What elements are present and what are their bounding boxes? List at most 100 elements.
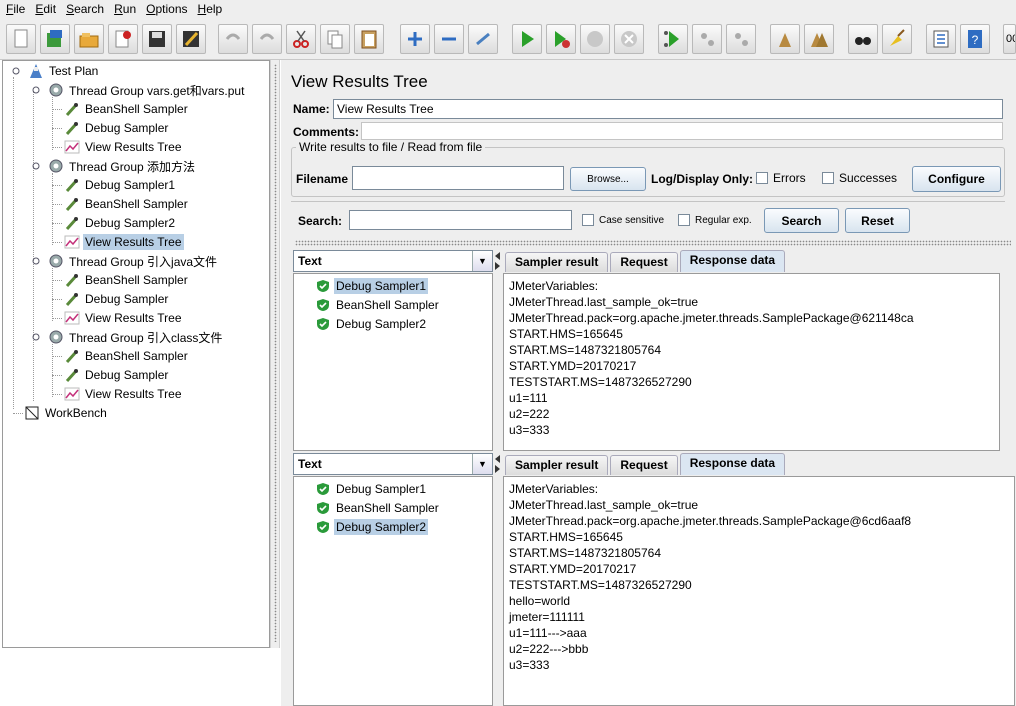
arrow-left-icon[interactable]	[495, 455, 500, 463]
chevron-down-icon[interactable]: ▼	[472, 454, 492, 474]
reset-search-icon[interactable]	[882, 24, 912, 54]
arrow-left-icon[interactable]	[495, 252, 500, 260]
chevron-down-icon[interactable]: ▼	[472, 251, 492, 271]
collapse-icon[interactable]	[434, 24, 464, 54]
viewer-splitter[interactable]	[493, 250, 503, 451]
sample-result-item-selected[interactable]: Debug Sampler2	[314, 518, 429, 536]
sample-result-item[interactable]: BeanShell Sampler	[314, 296, 441, 314]
open-icon[interactable]	[74, 24, 104, 54]
menu-file[interactable]: File	[0, 2, 29, 16]
expand-toggle-icon[interactable]	[27, 157, 45, 175]
expand-icon[interactable]	[400, 24, 430, 54]
save-icon[interactable]	[142, 24, 172, 54]
tree-node-thread-group[interactable]: Thread Group 添加方法	[27, 157, 197, 175]
tree-node-workbench[interactable]: WorkBench	[23, 404, 109, 422]
tree-node-sampler[interactable]: Debug Sampler	[63, 366, 170, 384]
menu-help[interactable]: Help	[192, 2, 227, 16]
tree-node-sampler[interactable]: BeanShell Sampler	[63, 195, 190, 213]
search-field[interactable]	[349, 210, 572, 230]
configure-button[interactable]: Configure	[912, 166, 1001, 192]
toggle-icon[interactable]	[468, 24, 498, 54]
tree-node-thread-group[interactable]: Thread Group 引入java文件	[27, 252, 219, 270]
checkbox-box[interactable]	[756, 172, 768, 184]
undo-icon[interactable]	[218, 24, 248, 54]
start-no-pause-icon[interactable]	[546, 24, 576, 54]
redo-icon[interactable]	[252, 24, 282, 54]
arrow-right-icon[interactable]	[495, 262, 500, 270]
menu-run[interactable]: Run	[108, 2, 140, 16]
tab-response-data[interactable]: Response data	[679, 250, 786, 272]
browse-button[interactable]: Browse...	[570, 167, 646, 191]
checkbox-box[interactable]	[678, 214, 690, 226]
successes-checkbox[interactable]: Successes	[822, 171, 897, 185]
errors-checkbox[interactable]: Errors	[756, 171, 806, 185]
pane-splitter[interactable]	[270, 60, 280, 648]
results-splitter[interactable]	[295, 240, 1011, 246]
search-icon[interactable]	[848, 24, 878, 54]
function-helper-icon[interactable]	[926, 24, 956, 54]
viewer-splitter[interactable]	[493, 453, 503, 706]
tree-node-sampler[interactable]: Debug Sampler	[63, 290, 170, 308]
clear-icon[interactable]	[770, 24, 800, 54]
arrow-right-icon[interactable]	[495, 465, 500, 473]
shutdown-icon[interactable]	[614, 24, 644, 54]
tab-sampler-result[interactable]: Sampler result	[505, 252, 609, 272]
tab-request[interactable]: Request	[610, 455, 678, 475]
copy-icon[interactable]	[320, 24, 350, 54]
remote-stop-icon[interactable]	[692, 24, 722, 54]
tree-node-sampler[interactable]: BeanShell Sampler	[63, 100, 190, 118]
templates-icon[interactable]	[40, 24, 70, 54]
expand-toggle-icon[interactable]	[7, 62, 25, 80]
tree-node-sampler[interactable]: Debug Sampler2	[63, 214, 177, 232]
regex-checkbox[interactable]: Regular exp.	[678, 214, 752, 226]
tab-request[interactable]: Request	[610, 252, 678, 272]
checkbox-box[interactable]	[822, 172, 834, 184]
menu-search[interactable]: Search	[60, 2, 108, 16]
renderer-select[interactable]: Text ▼	[293, 250, 493, 272]
cut-icon[interactable]	[286, 24, 316, 54]
search-button[interactable]: Search	[764, 208, 839, 233]
sample-result-item[interactable]: BeanShell Sampler	[314, 499, 441, 517]
tree-node-sampler[interactable]: Debug Sampler	[63, 119, 170, 137]
tree-node-thread-group[interactable]: Thread Group 引入class文件	[27, 328, 224, 346]
start-icon[interactable]	[512, 24, 542, 54]
response-data-text[interactable]: JMeterVariables: JMeterThread.last_sampl…	[503, 476, 1015, 706]
tree-node-listener[interactable]: View Results Tree	[63, 138, 184, 156]
paste-icon[interactable]	[354, 24, 384, 54]
menu-edit[interactable]: Edit	[29, 2, 60, 16]
sample-result-item[interactable]: Debug Sampler1	[314, 480, 428, 498]
renderer-select[interactable]: Text ▼	[293, 453, 493, 475]
sample-result-item[interactable]: Debug Sampler2	[314, 315, 428, 333]
tree-node-sampler[interactable]: BeanShell Sampler	[63, 347, 190, 365]
tree-node-thread-group[interactable]: Thread Group vars.get和vars.put	[27, 81, 246, 99]
tree-node-sampler[interactable]: BeanShell Sampler	[63, 271, 190, 289]
tree-label: Debug Sampler	[85, 368, 169, 382]
comments-field[interactable]	[361, 122, 1003, 140]
remote-shutdown-icon[interactable]	[726, 24, 756, 54]
expand-toggle-icon[interactable]	[27, 252, 45, 270]
expand-toggle-icon[interactable]	[27, 81, 45, 99]
clear-all-icon[interactable]	[804, 24, 834, 54]
save-as-icon[interactable]	[176, 24, 206, 54]
tab-sampler-result[interactable]: Sampler result	[505, 455, 609, 475]
tree-node-listener[interactable]: View Results Tree	[63, 385, 184, 403]
close-icon[interactable]	[108, 24, 138, 54]
reset-button[interactable]: Reset	[845, 208, 910, 233]
tree-node-listener-selected[interactable]: View Results Tree	[63, 233, 184, 251]
tree-node-sampler[interactable]: Debug Sampler1	[63, 176, 177, 194]
help-icon[interactable]: ?	[960, 24, 990, 54]
checkbox-box[interactable]	[582, 214, 594, 226]
filename-field[interactable]	[352, 166, 564, 190]
menu-options[interactable]: Options	[140, 2, 191, 16]
new-icon[interactable]	[6, 24, 36, 54]
remote-start-icon[interactable]	[658, 24, 688, 54]
response-data-text[interactable]: JMeterVariables: JMeterThread.last_sampl…	[503, 273, 1000, 451]
sample-result-item-selected[interactable]: Debug Sampler1	[314, 277, 429, 295]
expand-toggle-icon[interactable]	[27, 328, 45, 346]
stop-icon[interactable]	[580, 24, 610, 54]
tree-node-listener[interactable]: View Results Tree	[63, 309, 184, 327]
tab-response-data[interactable]: Response data	[679, 453, 786, 475]
case-sensitive-checkbox[interactable]: Case sensitive	[582, 214, 664, 226]
name-field[interactable]: View Results Tree	[333, 99, 1003, 119]
tree-node-test-plan[interactable]: Test Plan	[7, 62, 100, 80]
